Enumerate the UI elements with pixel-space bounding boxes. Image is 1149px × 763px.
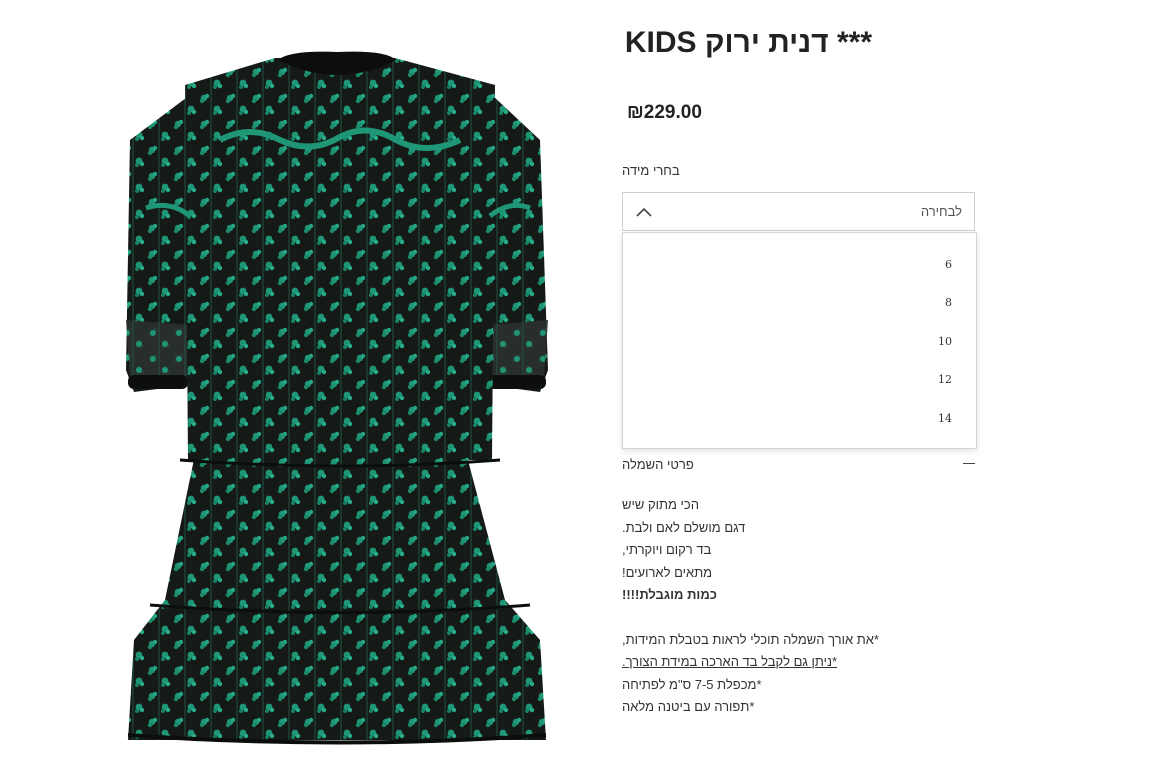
product-title: *** דנית ירוק KIDS [624,26,872,59]
chevron-up-icon [636,207,652,217]
size-option-8[interactable]: 8 [945,296,952,309]
size-option-10[interactable]: 10 [938,335,952,348]
size-option-6[interactable]: 6 [945,258,952,271]
extension-fabric-link[interactable]: *ניתן גם לקבל בד הארכה במידת הצורך. [622,653,922,676]
note-line: *תפורה עם ביטנה מלאה [622,699,755,714]
note-line: *את אורך השמלה תוכלי לראות בטבלת המידות, [622,631,879,647]
product-image[interactable] [120,40,560,755]
description-line: הכי מתוק שיש [622,497,699,512]
note-line: *מכפלת 7-5 ס"מ לפתיחה [622,676,762,692]
size-select-placeholder: לבחירה [920,204,962,219]
size-label: בחרי מידה [622,163,680,178]
size-select[interactable]: לבחירה [622,192,975,231]
product-price: ₪229.00 [627,102,702,123]
description-line: מתאים לארועים! [622,564,713,580]
size-dropdown: 6 8 10 12 14 [622,232,977,449]
size-option-12[interactable]: 12 [938,373,952,386]
product-description: הכי מתוק שיש דגם מושלם לאם ולבת. בד רקום… [622,496,922,721]
size-option-14[interactable]: 14 [938,412,952,425]
details-label: פרטי השמלה [622,457,694,472]
minus-icon [963,463,975,464]
details-toggle[interactable]: פרטי השמלה [622,457,975,475]
description-line: בד רקום ויוקרתי, [622,542,712,557]
description-line: דגם מושלם לאם ולבת. [622,519,746,535]
limited-quantity-note: כמות מוגבלת!!!! [622,587,717,602]
